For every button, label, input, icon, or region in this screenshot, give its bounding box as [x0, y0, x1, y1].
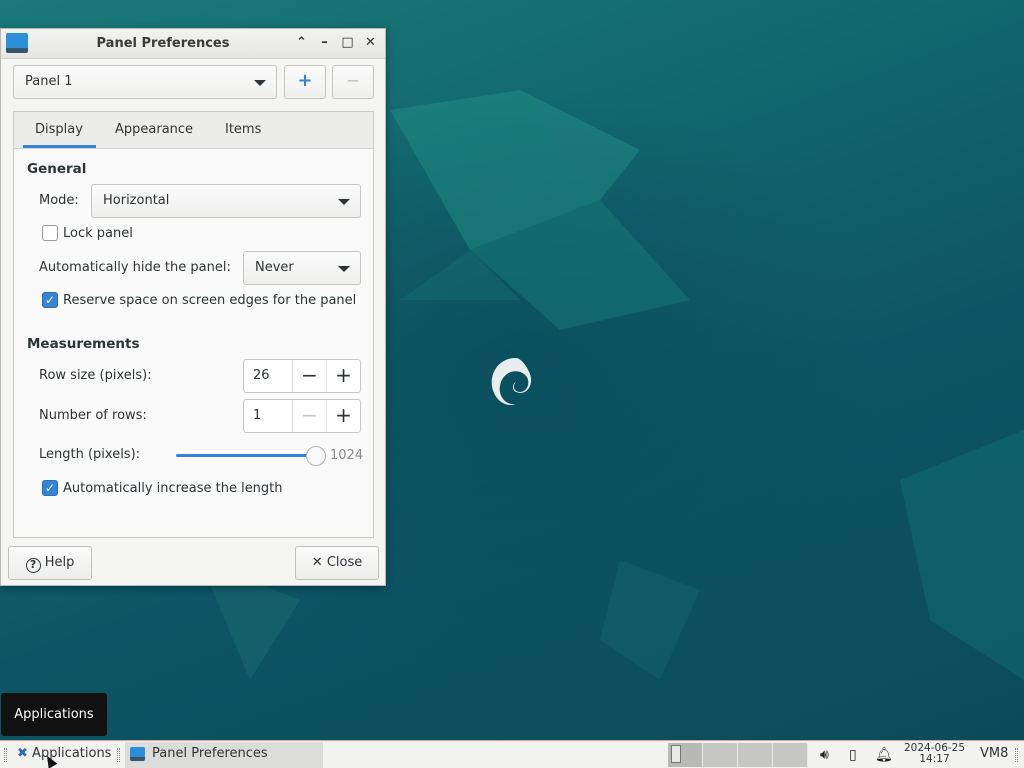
taskbar-button-panel-preferences[interactable]: Panel Preferences [125, 742, 323, 768]
rows-label: Number of rows: [39, 408, 147, 423]
chevron-down-icon [338, 199, 350, 205]
tab-display[interactable]: Display [35, 122, 83, 137]
applications-tooltip: Applications [1, 693, 107, 736]
help-button-label: Help [44, 555, 75, 570]
debian-swirl-logo [491, 358, 532, 406]
clock-time: 14:17 [919, 753, 950, 765]
volume-icon[interactable]: 🔊︎ [820, 747, 829, 763]
panel-handle[interactable] [4, 748, 7, 762]
maximize-icon[interactable]: □ [339, 34, 356, 52]
hostname-label: VM8 [980, 746, 1009, 761]
minus-icon: − [346, 71, 360, 90]
panel-preferences-window: Panel Preferences ⌃ – □ ✕ Panel 1 + − Di… [0, 28, 386, 586]
preferences-notebook: Display Appearance Items General Mode: H… [13, 111, 374, 538]
taskbar-button-label: Panel Preferences [152, 746, 268, 761]
plus-icon: + [297, 70, 313, 91]
notification-bell-icon[interactable]: 🔔︎ [875, 747, 893, 763]
rows-value[interactable]: 1 [253, 408, 261, 423]
clock[interactable]: 2024-06-25 14:17 [904, 743, 965, 765]
workspace-window-thumb [671, 745, 681, 763]
workspace-4[interactable] [773, 743, 808, 767]
lock-panel-label: Lock panel [63, 226, 133, 241]
increment-icon[interactable]: + [326, 400, 360, 432]
workspace-3[interactable] [738, 743, 773, 767]
remove-panel-button[interactable]: − [332, 65, 374, 99]
tab-bar: Display Appearance Items [14, 112, 373, 149]
battery-icon[interactable]: ▯ [849, 747, 857, 763]
window-titlebar[interactable]: Panel Preferences ⌃ – □ ✕ [1, 29, 385, 59]
mode-label: Mode: [39, 193, 79, 208]
decrement-icon[interactable]: − [292, 360, 326, 392]
reserve-space-checkbox[interactable]: ✓ [42, 292, 58, 308]
help-button[interactable]: ? Help [8, 546, 92, 580]
row-size-value[interactable]: 26 [253, 368, 270, 383]
window-title: Panel Preferences [96, 36, 230, 51]
lock-panel-checkbox[interactable] [42, 225, 58, 241]
autohide-label: Automatically hide the panel: [39, 260, 231, 275]
length-value: 1024 [330, 448, 364, 463]
close-icon[interactable]: ✕ [362, 34, 379, 52]
increment-icon[interactable]: + [326, 360, 360, 392]
add-panel-button[interactable]: + [284, 65, 326, 99]
applications-menu-button[interactable]: ✖ Applications [17, 746, 111, 761]
reserve-space-label: Reserve space on screen edges for the pa… [63, 293, 357, 308]
chevron-down-icon [254, 80, 266, 86]
close-x-icon: ✕ [311, 555, 323, 570]
row-size-spinner: 26 − + [243, 359, 361, 393]
workspace-1[interactable] [668, 743, 703, 767]
autohide-select[interactable]: Never [243, 251, 361, 285]
general-heading: General [27, 161, 87, 177]
workspace-2[interactable] [703, 743, 738, 767]
mode-select-value: Horizontal [103, 193, 170, 208]
help-icon: ? [25, 558, 41, 573]
decrement-icon[interactable]: − [292, 400, 326, 432]
close-button-label: Close [326, 555, 363, 570]
measurements-heading: Measurements [27, 336, 140, 352]
minimize-icon[interactable]: – [316, 34, 333, 52]
autohide-select-value: Never [255, 260, 294, 275]
xfce-logo-icon: ✖ [17, 746, 28, 761]
panel-select[interactable]: Panel 1 [13, 65, 277, 99]
length-slider-fill [176, 454, 316, 457]
auto-increase-label: Automatically increase the length [63, 481, 283, 496]
close-button[interactable]: ✕ Close [295, 546, 379, 580]
panel-separator-handle [117, 748, 120, 762]
length-slider-handle[interactable] [306, 446, 326, 466]
rows-spinner: 1 − + [243, 399, 361, 433]
mode-select[interactable]: Horizontal [91, 184, 361, 218]
tab-items[interactable]: Items [225, 122, 261, 137]
length-label: Length (pixels): [39, 447, 141, 462]
tab-appearance[interactable]: Appearance [115, 122, 193, 137]
roll-up-icon[interactable]: ⌃ [293, 34, 310, 52]
panel-app-icon [130, 747, 145, 761]
active-tab-indicator [23, 145, 96, 148]
bottom-panel: ✖ Applications Panel Preferences 🔊︎ ▯ 🔔︎… [0, 740, 1024, 768]
panel-handle-right[interactable] [1015, 748, 1018, 762]
row-size-label: Row size (pixels): [39, 368, 152, 383]
panel-select-value: Panel 1 [25, 74, 73, 89]
chevron-down-icon [338, 266, 350, 272]
auto-increase-checkbox[interactable]: ✓ [42, 480, 58, 496]
